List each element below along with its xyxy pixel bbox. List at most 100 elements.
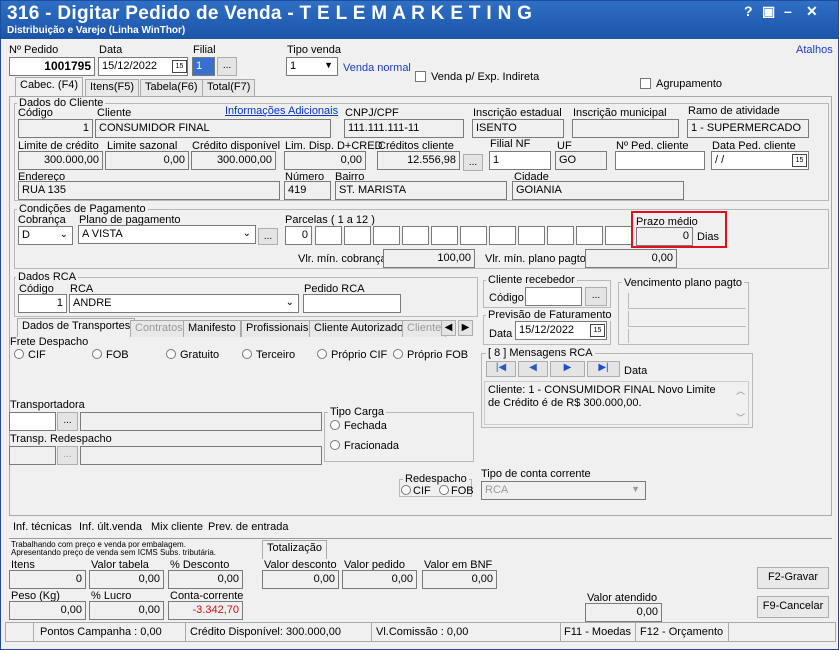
parcela-field[interactable] — [605, 226, 632, 245]
radio-icon — [14, 349, 24, 359]
cobranca-select[interactable]: D ⌄ — [18, 226, 73, 245]
totals-note-2: Apresentando preço de venda sem ICMS Sub… — [11, 548, 216, 557]
cnpj-label: CNPJ/CPF — [345, 107, 399, 119]
tipo-venda-select[interactable]: 1 ▼ — [286, 57, 338, 76]
scroll-up-icon[interactable]: ︿ — [736, 384, 745, 397]
cobranca-label: Cobrança — [18, 214, 66, 226]
minimize-icon[interactable]: – — [784, 3, 792, 19]
plano-search-button[interactable]: ... — [258, 228, 278, 245]
frete-proprio-cif-label: Próprio CIF — [331, 349, 388, 361]
vtab-field: 0,00 — [89, 570, 164, 589]
tab-total[interactable]: Total(F7) — [202, 79, 256, 96]
transportadora-codigo-field[interactable] — [9, 412, 56, 431]
gravar-button[interactable]: F2-Gravar — [757, 567, 829, 589]
parcela-field[interactable] — [344, 226, 371, 245]
inf-ult-venda-link[interactable]: Inf. últ.venda — [79, 521, 142, 533]
frete-fob-radio[interactable]: FOB — [92, 349, 129, 361]
chevron-down-icon: ⌄ — [285, 297, 294, 308]
parcela-field[interactable] — [402, 226, 429, 245]
fracionada-radio[interactable]: Fracionada — [330, 440, 399, 452]
redesp-fob-radio[interactable]: FOB — [439, 485, 474, 497]
ie-field: ISENTO — [472, 119, 564, 138]
limite-field: 300.000,00 — [18, 151, 103, 170]
chevron-down-icon: ▼ — [631, 484, 640, 494]
tipo-venda-label: Tipo venda — [287, 44, 342, 56]
recebedor-codigo-field[interactable] — [525, 287, 582, 306]
frete-proprio-fob-radio[interactable]: Próprio FOB — [393, 349, 468, 361]
help-icon[interactable]: ? — [744, 3, 753, 19]
frete-terceiro-radio[interactable]: Terceiro — [242, 349, 295, 361]
frete-gratuito-radio[interactable]: Gratuito — [166, 349, 219, 361]
tab-manifesto[interactable]: Manifesto — [183, 320, 241, 337]
tab-profissionais[interactable]: Profissionais — [241, 320, 314, 337]
cancelar-button[interactable]: F9-Cancelar — [757, 596, 829, 618]
tab-tabela[interactable]: Tabela(F6) — [140, 79, 203, 96]
tab-next-icon[interactable]: ▶ — [458, 320, 473, 336]
tab-dados-transportes[interactable]: Dados de Transportes — [17, 318, 136, 337]
frete-proprio-cif-radio[interactable]: Próprio CIF — [317, 349, 387, 361]
conta-select[interactable]: RCA ▼ — [481, 481, 646, 500]
info-adicionais-link[interactable]: Informações Adicionais — [225, 105, 338, 117]
frete-label: Frete Despacho — [10, 336, 89, 348]
fechada-radio[interactable]: Fechada — [330, 420, 387, 432]
redesp-cif-radio[interactable]: CIF — [401, 485, 431, 497]
atalhos-link[interactable]: Atalhos — [796, 44, 833, 56]
prev-entrada-link[interactable]: Prev. de entrada — [208, 521, 289, 533]
tab-cliente[interactable]: Cliente — [402, 320, 447, 337]
f11-moedas[interactable]: F11 - Moedas — [564, 626, 631, 638]
rca-select[interactable]: ANDRE ⌄ — [69, 294, 299, 313]
filial-field[interactable]: 1 — [192, 57, 215, 76]
vlplano-label: Vlr. mín. plano pagto. — [485, 253, 589, 265]
venda-indireta-checkbox[interactable]: Venda p/ Exp. Indireta — [415, 71, 539, 83]
creditos-field: 12.556,98 — [377, 151, 460, 170]
close-icon[interactable]: ✕ — [806, 3, 818, 20]
calendar-icon[interactable]: 15 — [590, 324, 605, 337]
tipo-venda-desc: Venda normal — [343, 62, 411, 74]
first-msg-icon[interactable]: |◀ — [486, 361, 516, 377]
parcela-field[interactable] — [460, 226, 487, 245]
parcela-field[interactable]: 0 — [285, 226, 312, 245]
tab-itens[interactable]: Itens(F5) — [85, 79, 140, 96]
tab-totalizacao[interactable]: Totalização — [262, 540, 328, 559]
parcela-field[interactable] — [431, 226, 458, 245]
restore-icon[interactable]: ▣ — [762, 3, 775, 20]
scroll-down-icon[interactable]: ﹀ — [736, 411, 745, 424]
cliente-codigo-field[interactable]: 1 — [18, 119, 93, 138]
mix-cliente-link[interactable]: Mix cliente — [151, 521, 203, 533]
tab-cliente-autorizado[interactable]: Cliente Autorizado — [309, 320, 409, 337]
inf-tecnicas-link[interactable]: Inf. técnicas — [13, 521, 72, 533]
calendar-icon[interactable]: 15 — [792, 154, 807, 167]
redespacho-search-button[interactable]: ... — [57, 446, 78, 465]
filial-search-button[interactable]: ... — [217, 57, 237, 76]
peso-field: 0,00 — [9, 601, 86, 620]
parcela-field[interactable] — [576, 226, 603, 245]
plano-select[interactable]: A VISTA ⌄ — [78, 225, 256, 244]
calendar-icon[interactable]: 15 — [172, 60, 187, 73]
last-msg-icon[interactable]: ▶| — [587, 361, 620, 377]
pedido-rca-field[interactable] — [303, 294, 401, 313]
parcela-field[interactable] — [547, 226, 574, 245]
tab-cabec[interactable]: Cabec. (F4) — [15, 77, 84, 96]
parcela-field[interactable] — [518, 226, 545, 245]
frete-terceiro-label: Terceiro — [256, 349, 296, 361]
frete-cif-radio[interactable]: CIF — [14, 349, 46, 361]
tab-prev-icon[interactable]: ◀ — [441, 320, 456, 336]
agrupamento-checkbox[interactable]: Agrupamento — [640, 78, 722, 90]
conta-label: Tipo de conta corrente — [481, 468, 591, 480]
parcela-field[interactable] — [373, 226, 400, 245]
parcela-field[interactable] — [489, 226, 516, 245]
filialnf-field[interactable]: 1 — [489, 151, 551, 170]
next-msg-icon[interactable]: ▶ — [550, 361, 585, 377]
nped-field[interactable] — [615, 151, 705, 170]
transportadora-nome-field — [80, 412, 322, 431]
prev-msg-icon[interactable]: ◀ — [518, 361, 548, 377]
rca-codigo-field[interactable]: 1 — [18, 294, 67, 313]
transportadora-search-button[interactable]: ... — [57, 412, 78, 431]
vl-comissao: Vl.Comissão : 0,00 — [376, 626, 469, 638]
radio-icon — [92, 349, 102, 359]
recebedor-search-button[interactable]: ... — [585, 287, 607, 306]
parcela-field[interactable] — [315, 226, 342, 245]
tab-contratos[interactable]: Contratos — [130, 320, 188, 337]
creditos-button[interactable]: ... — [463, 154, 483, 171]
f12-orcamento[interactable]: F12 - Orçamento — [640, 626, 723, 638]
